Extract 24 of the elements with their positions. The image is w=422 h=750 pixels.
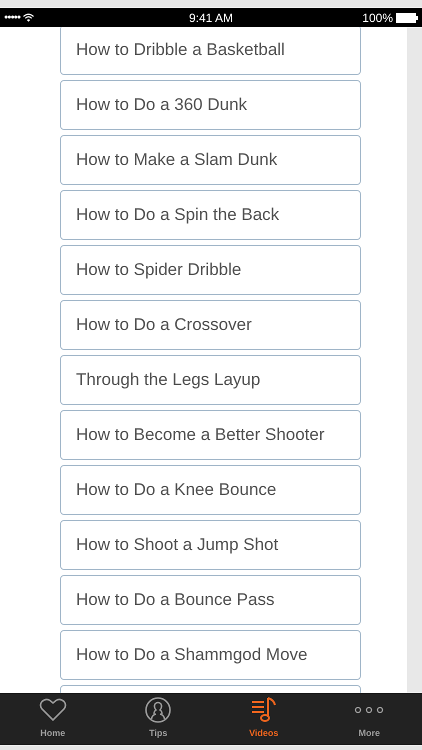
- video-item[interactable]: How to Do a Knee Bounce: [60, 465, 361, 515]
- tab-button[interactable]: Tips: [106, 693, 211, 745]
- video-item[interactable]: How to Shoot a Jump Shot: [60, 520, 361, 570]
- wifi-icon: [23, 13, 34, 22]
- status-time: 9:41 AM: [188, 10, 234, 24]
- video-item[interactable]: How to Dribble a Basketball: [60, 27, 361, 75]
- heart-icon: [38, 698, 67, 722]
- video-item[interactable]: How to Do a 360 Dunk: [60, 80, 361, 130]
- battery-icon: [396, 12, 418, 22]
- video-item[interactable]: How to Do a Shammgod Move: [60, 630, 361, 680]
- video-item[interactable]: Through the Legs Layup: [60, 355, 361, 405]
- video-item[interactable]: How to Spider Dribble: [60, 245, 361, 295]
- video-item[interactable]: How to Become a Better Shooter: [60, 410, 361, 460]
- video-item[interactable]: How to Do a Bounce Pass: [60, 575, 361, 625]
- video-item[interactable]: How to Make a Slam Dunk: [60, 135, 361, 185]
- tab-button[interactable]: More: [316, 693, 422, 745]
- video-item[interactable]: How to Do a Crossover: [60, 300, 361, 350]
- video-item[interactable]: How to Do a Spin the Back: [60, 190, 361, 240]
- tab-button[interactable]: Home: [0, 693, 106, 745]
- tab-button[interactable]: Videos: [211, 693, 316, 745]
- person-icon: [145, 697, 172, 723]
- music-list-icon: [250, 697, 277, 723]
- battery-percent: 100%: [362, 10, 393, 24]
- more-icon: [354, 706, 384, 714]
